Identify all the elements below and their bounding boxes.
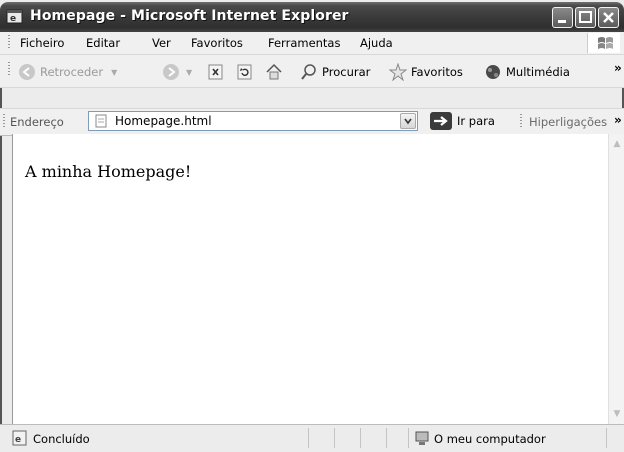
windows-flag-icon xyxy=(587,33,620,53)
status-text: Concluído xyxy=(33,432,90,446)
minimize-button[interactable] xyxy=(552,7,573,28)
media-button[interactable]: Multimédia xyxy=(484,63,570,81)
security-zone: O meu computador xyxy=(434,432,546,446)
forward-arrow-icon xyxy=(162,63,180,81)
toolbar-grip[interactable] xyxy=(8,62,10,77)
svg-text:e: e xyxy=(10,14,16,24)
links-grip[interactable] xyxy=(520,114,522,129)
menu-item-favoritos[interactable]: Favoritos xyxy=(191,36,243,50)
back-button[interactable]: Retroceder ▼ xyxy=(18,63,117,81)
page-heading: A minha Homepage! xyxy=(25,162,192,181)
links-overflow-icon[interactable]: » xyxy=(614,113,622,127)
title-bar: e Homepage - Microsoft Internet Explorer xyxy=(0,2,624,32)
window-title: Homepage - Microsoft Internet Explorer xyxy=(30,8,349,24)
forward-dropdown-icon[interactable]: ▼ xyxy=(186,68,192,77)
favorites-button[interactable]: Favoritos xyxy=(388,62,463,82)
status-divider xyxy=(386,428,387,448)
page-content: A minha Homepage! xyxy=(12,134,609,424)
media-icon xyxy=(484,63,502,81)
favorites-label: Favoritos xyxy=(411,65,463,79)
ie-icon: e xyxy=(6,8,23,25)
refresh-button[interactable] xyxy=(236,63,254,81)
home-icon xyxy=(265,63,283,81)
go-label: Ir para xyxy=(457,114,495,128)
menu-item-editar[interactable]: Editar xyxy=(86,36,120,50)
search-icon xyxy=(300,63,318,81)
status-divider xyxy=(360,428,361,448)
vertical-scrollbar[interactable]: ▲ ▼ xyxy=(608,134,624,424)
status-page-icon: e xyxy=(12,430,28,449)
refresh-icon xyxy=(236,63,254,81)
chevron-down-icon xyxy=(404,118,412,125)
go-button[interactable]: Ir para xyxy=(430,112,495,130)
stop-icon xyxy=(207,63,225,81)
menu-item-ficheiro[interactable]: Ficheiro xyxy=(20,36,64,50)
menu-grip[interactable] xyxy=(8,35,10,50)
svg-text:e: e xyxy=(15,435,21,445)
address-field[interactable] xyxy=(88,111,418,131)
menu-item-ferramentas[interactable]: Ferramentas xyxy=(268,36,340,50)
toolbar-overflow-icon[interactable]: » xyxy=(614,61,622,75)
media-label: Multimédia xyxy=(506,65,570,79)
status-divider xyxy=(408,428,409,448)
status-bar: e Concluído O meu computador xyxy=(0,424,624,452)
address-grip[interactable] xyxy=(3,114,5,129)
forward-button[interactable]: ▼ xyxy=(162,63,192,81)
browser-window: e Homepage - Microsoft Internet Explorer… xyxy=(0,0,624,452)
menu-bar: Ficheiro Editar Ver Favoritos Ferramenta… xyxy=(0,32,624,55)
window-frame-left xyxy=(0,32,2,451)
page-icon xyxy=(94,114,108,131)
back-label: Retroceder xyxy=(40,65,104,79)
maximize-button[interactable] xyxy=(575,7,596,28)
address-bar: Endereço Ir para Hiperligações » xyxy=(0,108,624,136)
close-button[interactable] xyxy=(598,7,619,28)
home-button[interactable] xyxy=(265,63,283,81)
address-input[interactable] xyxy=(115,114,385,128)
resize-grip[interactable] xyxy=(606,428,607,448)
star-icon xyxy=(388,62,408,82)
address-label: Endereço xyxy=(10,115,64,129)
status-divider xyxy=(308,428,309,448)
menu-item-ver[interactable]: Ver xyxy=(152,36,171,50)
standard-toolbar: Retroceder ▼ ▼ Procurar Favoritos Multim… xyxy=(0,55,624,88)
back-dropdown-icon[interactable]: ▼ xyxy=(111,68,117,77)
status-divider xyxy=(334,428,335,448)
back-arrow-icon xyxy=(18,63,36,81)
address-dropdown-button[interactable] xyxy=(400,113,416,129)
go-arrow-icon xyxy=(430,112,452,130)
scroll-down-icon[interactable]: ▼ xyxy=(610,406,624,422)
scroll-up-icon[interactable]: ▲ xyxy=(610,136,624,152)
stop-button[interactable] xyxy=(207,63,225,81)
links-button[interactable]: Hiperligações xyxy=(529,115,607,129)
search-label: Procurar xyxy=(322,65,371,79)
computer-icon xyxy=(414,430,430,449)
menu-item-ajuda[interactable]: Ajuda xyxy=(360,36,393,50)
search-button[interactable]: Procurar xyxy=(300,63,370,81)
